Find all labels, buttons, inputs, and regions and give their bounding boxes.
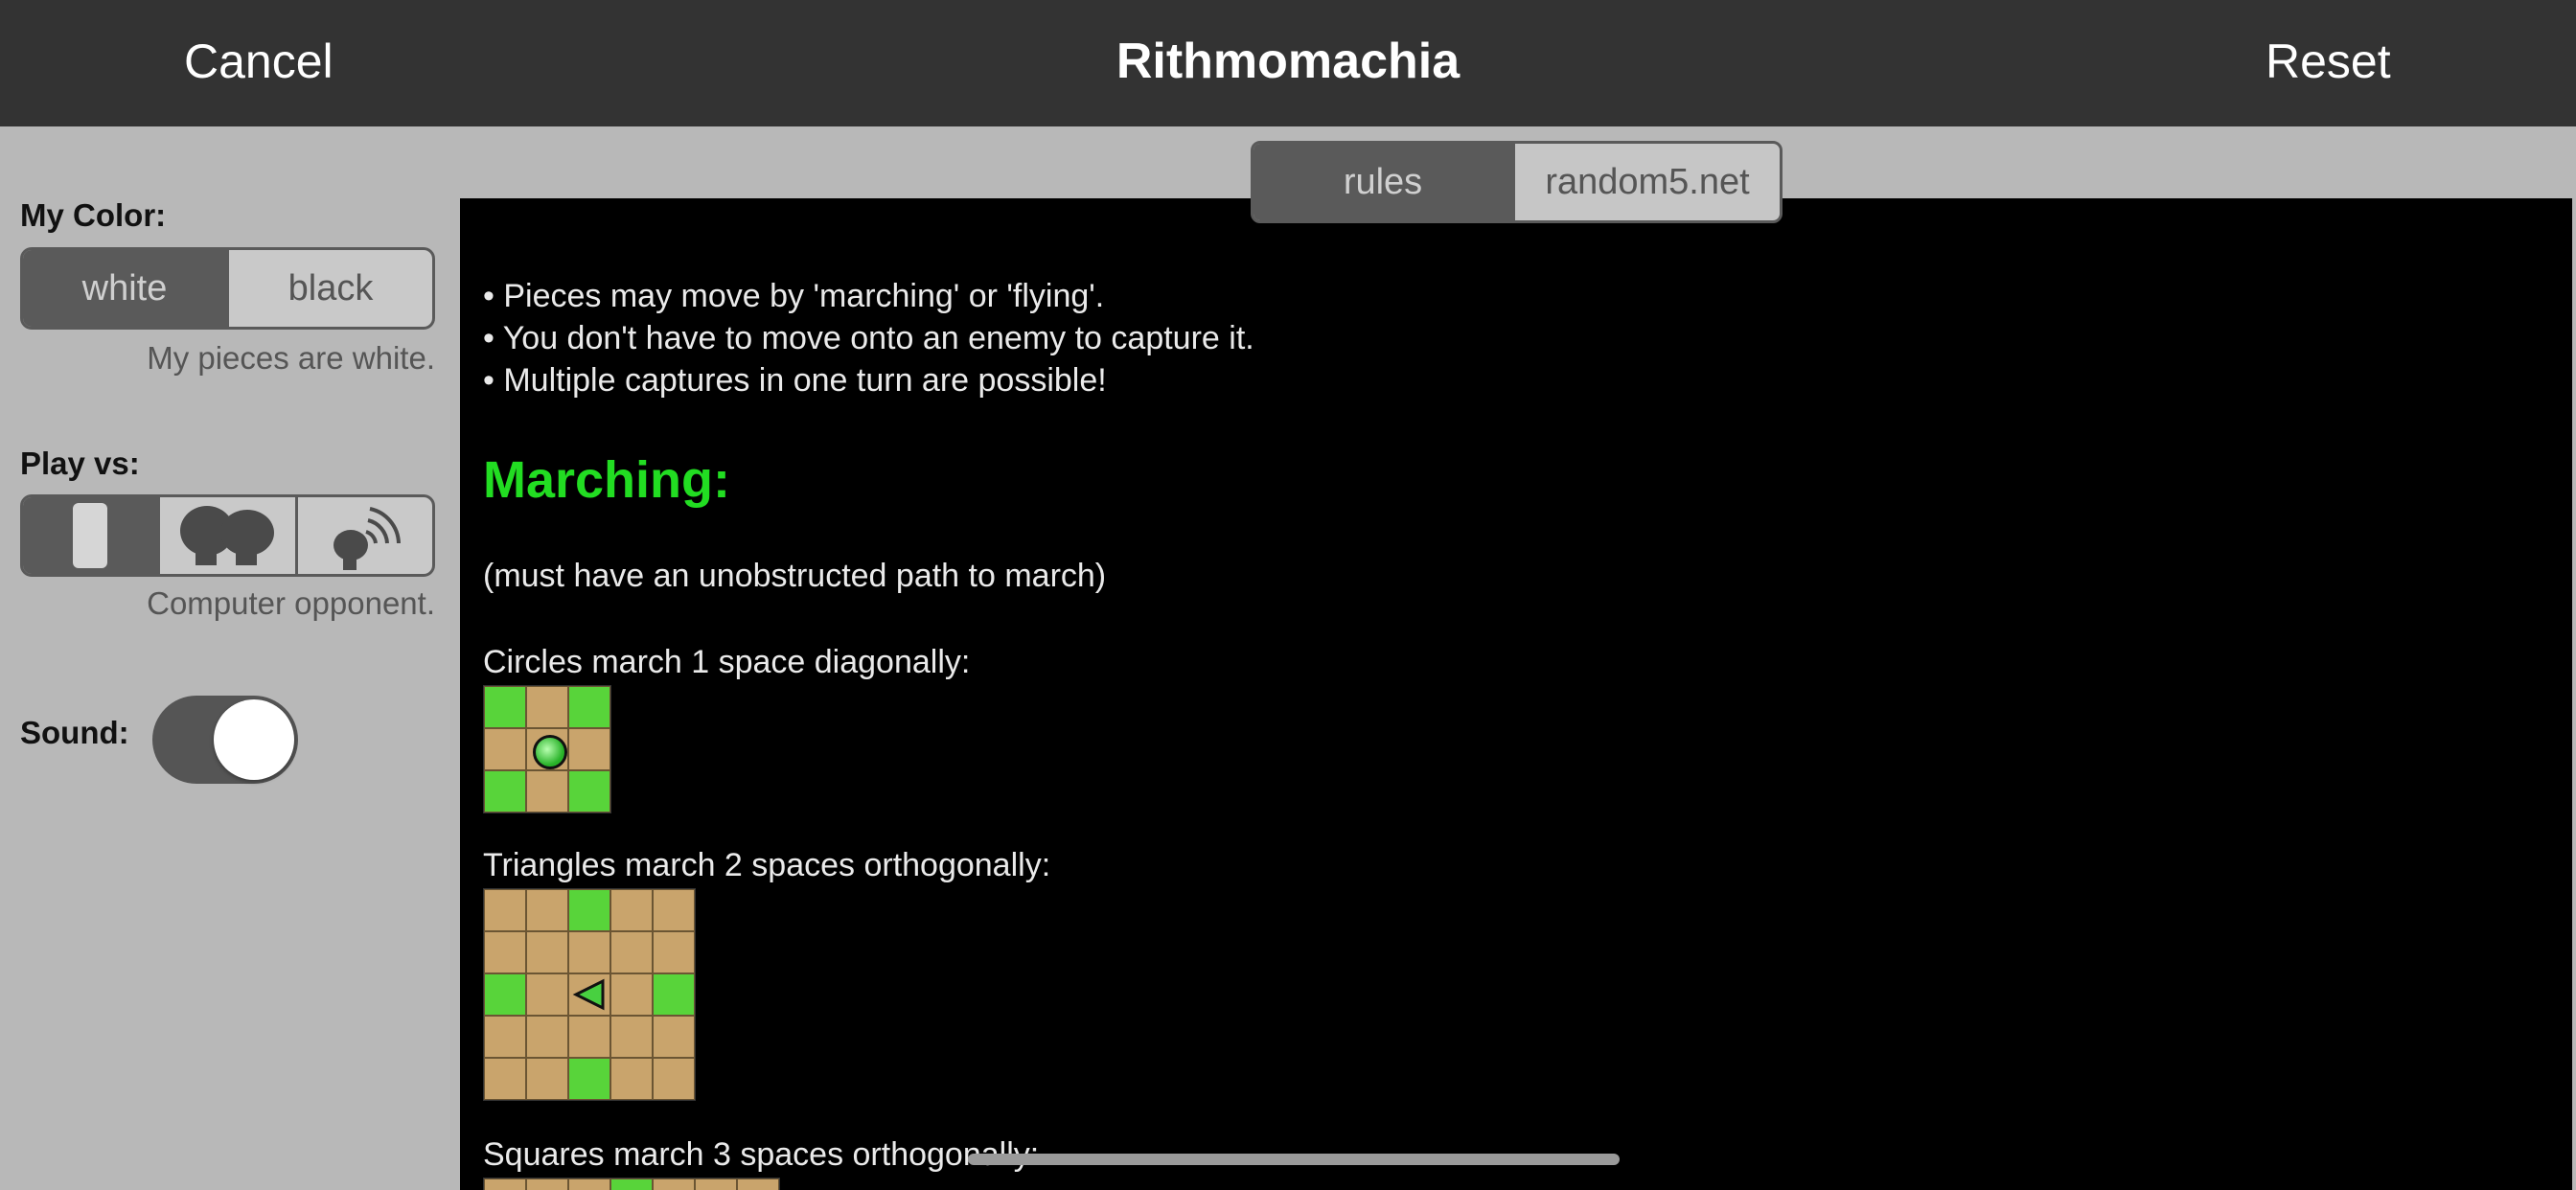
reset-button[interactable]: Reset	[2266, 33, 2391, 90]
color-hint: My pieces are white.	[147, 340, 435, 376]
triangles-text: Triangles march 2 spaces orthogonally:	[483, 847, 1051, 883]
phone-icon	[73, 503, 108, 568]
page-title: Rithmomachia	[1116, 34, 1460, 89]
sound-toggle[interactable]	[152, 696, 298, 784]
play-vs-label: Play vs:	[20, 446, 140, 481]
circle-piece-icon	[533, 735, 567, 769]
tab-rules[interactable]: rules	[1254, 144, 1512, 220]
rule-bullet: • Multiple captures in one turn are poss…	[483, 362, 1107, 399]
path-note: (must have an unobstructed path to march…	[483, 558, 1107, 594]
opponent-option-computer[interactable]	[23, 497, 158, 574]
sound-label: Sound:	[20, 715, 129, 750]
horizontal-scrollbar[interactable]	[968, 1154, 1620, 1165]
color-segmented-control: white black	[20, 247, 435, 330]
opponent-option-local[interactable]	[157, 497, 294, 574]
triangle-piece-icon	[572, 978, 605, 1011]
toggle-knob	[214, 699, 294, 780]
two-players-icon	[180, 506, 275, 565]
tab-bar: rules random5.net	[1251, 141, 1782, 223]
color-option-white[interactable]: white	[23, 250, 226, 327]
triangle-move-diagram	[483, 888, 696, 1101]
opponent-hint: Computer opponent.	[147, 585, 435, 621]
tab-random5-net[interactable]: random5.net	[1512, 144, 1780, 220]
rule-bullet: • Pieces may move by 'marching' or 'flyi…	[483, 278, 1105, 314]
circle-move-diagram	[483, 685, 611, 813]
marching-heading: Marching:	[483, 451, 731, 509]
network-icon	[333, 507, 401, 570]
squares-text: Squares march 3 spaces orthogonally:	[483, 1136, 1040, 1173]
opponent-segmented-control	[20, 494, 435, 577]
circles-text: Circles march 1 space diagonally:	[483, 644, 971, 680]
rules-content[interactable]: • Pieces may move by 'marching' or 'flyi…	[460, 198, 2572, 1190]
opponent-option-network[interactable]	[294, 497, 432, 574]
my-color-label: My Color:	[20, 197, 167, 233]
square-move-diagram	[483, 1178, 780, 1190]
navigation-bar: Cancel Rithmomachia Reset	[0, 0, 2576, 126]
color-option-black[interactable]: black	[226, 250, 432, 327]
rule-bullet: • You don't have to move onto an enemy t…	[483, 320, 1254, 356]
